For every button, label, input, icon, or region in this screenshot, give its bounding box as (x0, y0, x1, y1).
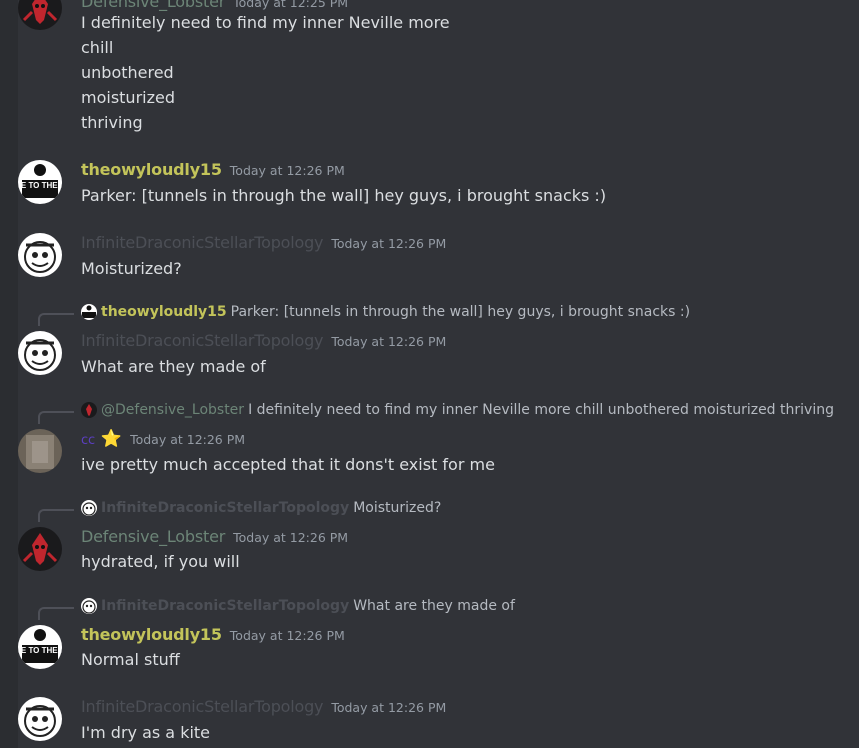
reply-username[interactable]: @Defensive_Lobster (101, 402, 244, 418)
timestamp[interactable]: Today at 12:26 PM (331, 700, 446, 715)
reply-preview[interactable]: @Defensive_Lobster I definitely need to … (81, 402, 834, 418)
avatar-idst[interactable] (18, 697, 62, 741)
reply-text: Parker: [tunnels in through the wall] he… (230, 304, 691, 320)
username[interactable]: theowyloudly15 (81, 625, 222, 644)
reply-preview[interactable]: theowyloudly15 Parker: [tunnels in throu… (81, 304, 690, 320)
timestamp[interactable]: Today at 12:26 PM (331, 236, 446, 251)
reply-username[interactable]: theowyloudly15 (101, 304, 227, 320)
message-header: theowyloudly15 Today at 12:26 PM (81, 160, 345, 179)
timestamp[interactable]: Today at 12:26 PM (130, 432, 245, 447)
timestamp[interactable]: Today at 12:26 PM (233, 530, 348, 545)
reply-spine (38, 411, 74, 424)
reply-avatar (81, 304, 97, 320)
avatar-defensive-lobster[interactable] (18, 0, 62, 30)
avatar-text: WAVE TO THE NSA (18, 646, 62, 655)
message-text: ive pretty much accepted that it dons't … (81, 455, 495, 474)
message-text: What are they made of (81, 357, 266, 376)
reply-avatar (81, 500, 97, 516)
reply-preview[interactable]: InfiniteDraconicStellarTopology Moisturi… (81, 500, 441, 516)
reply-text: Moisturized? (353, 500, 442, 516)
avatar-text: WAVE TO THE NSA (18, 181, 62, 190)
message-text: I definitely need to find my inner Nevil… (81, 13, 450, 32)
reply-text: I definitely need to find my inner Nevil… (248, 402, 834, 418)
username[interactable]: InfiniteDraconicStellarTopology (81, 331, 324, 350)
avatar-theowyloudly15[interactable]: WAVE TO THE NSA (18, 160, 62, 204)
message-text: Moisturized? (81, 259, 182, 278)
message-header: Defensive_Lobster Today at 12:26 PM (81, 527, 348, 546)
reply-spine (38, 607, 74, 620)
star-icon: ⭐ (100, 429, 123, 449)
reply-username[interactable]: InfiniteDraconicStellarTopology (101, 598, 349, 614)
message-text: unbothered (81, 63, 174, 82)
message-header: InfiniteDraconicStellarTopology Today at … (81, 233, 446, 252)
username[interactable]: cc (81, 433, 95, 448)
avatar-cc[interactable] (18, 429, 62, 473)
message-text: thriving (81, 113, 143, 132)
reply-preview[interactable]: InfiniteDraconicStellarTopology What are… (81, 598, 515, 614)
timestamp[interactable]: Today at 12:26 PM (230, 628, 345, 643)
reply-username[interactable]: InfiniteDraconicStellarTopology (101, 500, 349, 516)
avatar-idst[interactable] (18, 233, 62, 277)
avatar-defensive-lobster[interactable] (18, 527, 62, 571)
message-header: InfiniteDraconicStellarTopology Today at … (81, 331, 446, 350)
username[interactable]: Defensive_Lobster (81, 527, 225, 546)
username[interactable]: theowyloudly15 (81, 160, 222, 179)
reply-spine (38, 313, 74, 326)
avatar-theowyloudly15[interactable]: WAVE TO THE NSA (18, 625, 62, 669)
username[interactable]: InfiniteDraconicStellarTopology (81, 233, 324, 252)
message-text: I'm dry as a kite (81, 723, 211, 742)
message-text: chill (81, 38, 114, 57)
message-text: Parker: [tunnels in through the wall] he… (81, 186, 607, 205)
reply-text: What are they made of (353, 598, 515, 614)
reply-avatar (81, 598, 97, 614)
avatar-idst[interactable] (18, 331, 62, 375)
timestamp[interactable]: Today at 12:25 PM (233, 0, 348, 10)
message-header: cc ⭐ Today at 12:26 PM (81, 429, 245, 449)
message-text: moisturized (81, 88, 175, 107)
message-text: hydrated, if you will (81, 552, 240, 571)
username[interactable]: InfiniteDraconicStellarTopology (81, 697, 324, 716)
message-text: Normal stuff (81, 650, 180, 669)
timestamp[interactable]: Today at 12:26 PM (331, 334, 446, 349)
message-header: InfiniteDraconicStellarTopology Today at … (81, 697, 446, 716)
message-header: theowyloudly15 Today at 12:26 PM (81, 625, 345, 644)
left-gutter (0, 0, 18, 748)
timestamp[interactable]: Today at 12:26 PM (230, 163, 345, 178)
reply-spine (38, 509, 74, 522)
reply-avatar (81, 402, 97, 418)
